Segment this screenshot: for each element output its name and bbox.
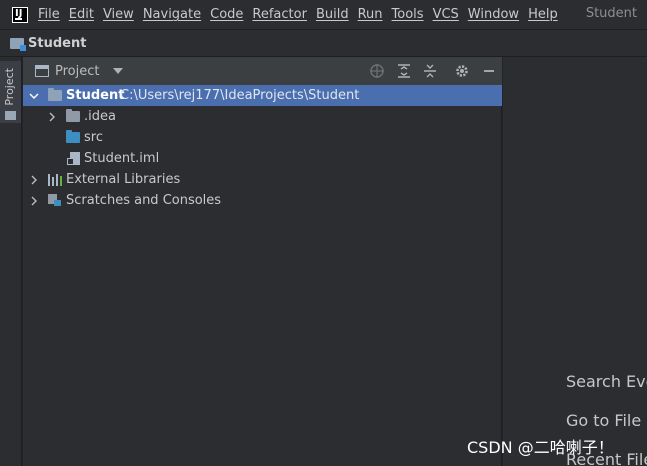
left-tool-strip: Project [0,57,22,466]
gear-icon[interactable] [454,63,470,79]
tree-item-label: .idea [84,109,116,124]
tree-root-path: C:\Users\rej177\IdeaProjects\Student [120,88,360,103]
menu-run[interactable]: Run [358,7,383,22]
menu-navigate[interactable]: Navigate [143,7,201,22]
module-folder-icon [48,88,62,101]
tree-row-external-libraries[interactable]: External Libraries [23,169,502,190]
menu-build[interactable]: Build [316,7,349,22]
folder-icon [66,109,80,122]
editor-area: Search Eve Go to File Recent File [503,57,647,466]
expand-all-icon[interactable] [396,63,412,79]
hint-go-to-file: Go to File [566,411,642,430]
menu-refactor[interactable]: Refactor [252,7,307,22]
menu-tools[interactable]: Tools [392,7,424,22]
project-tool-tab-label: Project [3,68,16,106]
scratches-icon [48,194,62,207]
tree-item-label: External Libraries [66,172,181,187]
tree-root-name: Student [66,88,125,103]
chevron-right-icon[interactable] [29,196,39,206]
library-icon [48,173,62,186]
navigation-bar: Student [0,29,647,57]
intellij-logo-icon: IJ [12,6,28,23]
watermark: CSDN @二哈喇子！ [467,438,614,457]
project-tool-tab[interactable]: Project [0,61,21,123]
project-panel: Project Student C:\Users\rej177\IdeaProj… [23,57,502,466]
menu-bar: IJ File Edit View Navigate Code Refactor… [0,0,647,29]
tree-item-label: Student.iml [84,151,160,166]
menu-help[interactable]: Help [528,7,558,22]
chevron-right-icon[interactable] [47,112,57,122]
chevron-right-icon[interactable] [29,175,39,185]
chevron-down-icon[interactable] [113,68,124,74]
project-panel-title[interactable]: Project [55,64,99,79]
menu-file[interactable]: File [38,7,60,22]
breadcrumb-project[interactable]: Student [28,36,86,51]
project-view-icon [35,65,49,77]
tree-row-idea[interactable]: .idea [23,106,502,127]
menu-view[interactable]: View [103,7,134,22]
iml-file-icon [67,152,80,165]
folder-icon [5,111,16,120]
project-folder-icon [10,37,26,51]
expanded-arrow-icon[interactable] [29,91,39,101]
collapse-all-icon[interactable] [422,63,438,79]
tree-row-iml[interactable]: Student.iml [23,148,502,169]
locate-icon[interactable] [369,63,385,79]
project-tree: Student C:\Users\rej177\IdeaProjects\Stu… [23,85,502,211]
minimize-icon[interactable] [481,63,497,79]
menu-code[interactable]: Code [210,7,243,22]
tree-row-src[interactable]: src [23,127,502,148]
tree-item-label: Scratches and Consoles [66,193,222,208]
menu-window[interactable]: Window [468,7,519,22]
tree-row-scratches[interactable]: Scratches and Consoles [23,190,502,211]
tree-item-label: src [84,130,103,145]
tree-row-root[interactable]: Student C:\Users\rej177\IdeaProjects\Stu… [23,85,502,106]
menu-vcs[interactable]: VCS [433,7,459,22]
project-panel-header: Project [23,57,502,85]
window-title: Student [585,6,637,21]
hint-search-everywhere: Search Eve [566,372,647,391]
source-folder-icon [66,130,80,143]
menu-edit[interactable]: Edit [69,7,94,22]
